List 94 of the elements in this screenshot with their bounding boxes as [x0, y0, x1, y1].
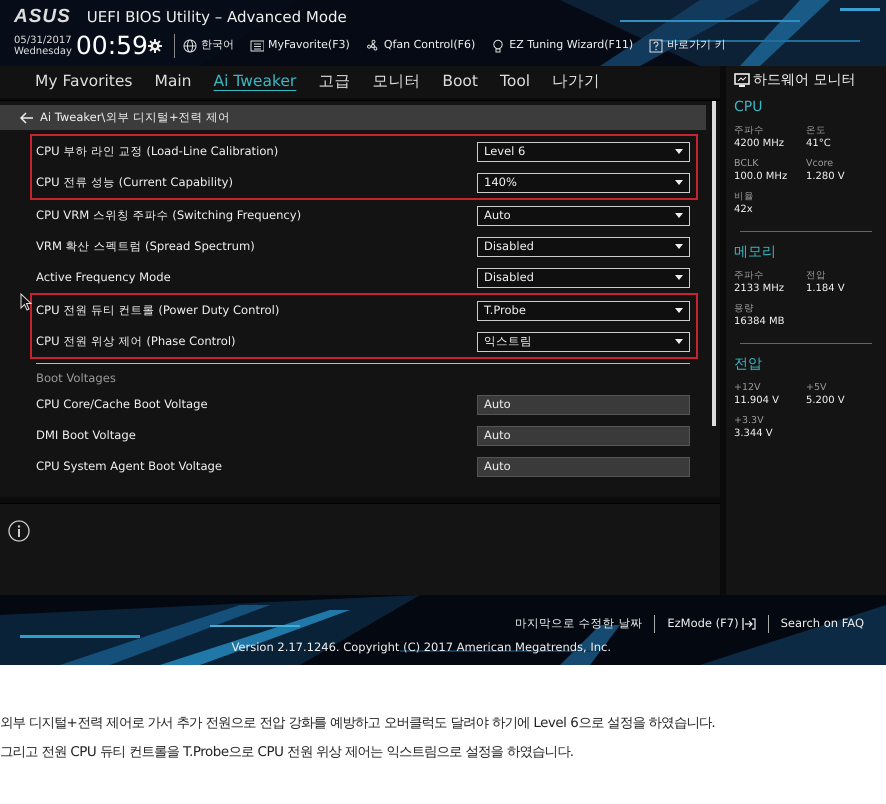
- footer-link[interactable]: EzMode (F7): [655, 615, 768, 633]
- setting-label: DMI Boot Voltage: [36, 426, 136, 444]
- caret-icon: [675, 308, 683, 313]
- fan-icon: [366, 38, 380, 52]
- reading-value: 1.280 V: [806, 170, 846, 184]
- reading-value: 2133 MHz: [734, 282, 786, 296]
- toolbar-button[interactable]: EZ Tuning Wizard(F11): [491, 37, 634, 54]
- tab[interactable]: Tool: [489, 70, 542, 94]
- caret-icon: [675, 149, 683, 154]
- panel-title: 하드웨어 모니터: [753, 71, 856, 90]
- reading-label: +3.3V: [734, 414, 765, 427]
- tab[interactable]: Boot: [431, 70, 489, 94]
- toolbar-button[interactable]: MyFavorite(F3): [250, 37, 350, 54]
- caret-icon: [675, 213, 683, 218]
- reading-value: 11.904 V: [734, 394, 780, 408]
- input-field[interactable]: Auto: [477, 394, 690, 414]
- section-title: 전압: [734, 355, 763, 374]
- reading-label: 전압: [806, 269, 827, 282]
- reading-value: 16384 MB: [734, 315, 786, 329]
- weekday-text: Wednesday: [14, 46, 72, 56]
- tab[interactable]: My Favorites: [24, 70, 144, 94]
- dropdown[interactable]: Auto: [477, 206, 690, 226]
- caret-icon: [675, 275, 683, 280]
- exit-icon: [742, 618, 756, 630]
- reading-label: +12V: [734, 381, 762, 394]
- dropdown[interactable]: T.Probe: [477, 300, 690, 320]
- reading-value: 4200 MHz: [734, 137, 786, 151]
- setting-label: CPU Core/Cache Boot Voltage: [36, 396, 208, 413]
- cursor-icon: [20, 293, 32, 311]
- setting-row[interactable]: Active Frequency Mode Disabled: [36, 262, 690, 293]
- section-title: 메모리: [734, 243, 777, 262]
- footer-link[interactable]: Search on FAQ: [768, 615, 876, 633]
- reading-value: 3.344 V: [734, 427, 774, 441]
- input-field[interactable]: Auto: [477, 426, 690, 446]
- monitor-icon: [734, 73, 750, 88]
- globe-icon: [182, 38, 197, 52]
- settings-icon[interactable]: [148, 38, 162, 52]
- setting-label: CPU 부하 라인 교정 (Load-Line Calibration): [36, 142, 278, 160]
- reading-label: Vcore: [806, 157, 834, 170]
- back-arrow-icon[interactable]: [20, 112, 34, 124]
- dropdown[interactable]: Level 6: [477, 142, 690, 162]
- toolbar-button[interactable]: 한국어: [182, 37, 234, 54]
- section-title: CPU: [734, 98, 764, 117]
- caret-icon: [675, 244, 683, 249]
- reading-label: +5V: [806, 381, 828, 394]
- reading-label: 온도: [806, 124, 827, 137]
- brand-logo: ASUS: [14, 6, 71, 28]
- lightbulb-icon: [491, 38, 506, 52]
- breadcrumb-text: Ai Tweaker\외부 디지털+전력 제어: [40, 108, 230, 126]
- dropdown[interactable]: Disabled: [477, 268, 690, 288]
- dropdown[interactable]: 익스트림: [477, 332, 690, 352]
- caret-icon: [675, 339, 683, 344]
- tab[interactable]: 나가기: [541, 70, 612, 94]
- setting-label: CPU 전원 듀티 컨트롤 (Power Duty Control): [36, 302, 280, 319]
- setting-label: Active Frequency Mode: [36, 268, 171, 286]
- clock-time: 00:59: [76, 32, 148, 58]
- list-icon: [250, 38, 264, 52]
- date-text: 05/31/2017: [14, 34, 72, 46]
- reading-value: 41°C: [806, 137, 832, 151]
- caption-paragraph: 그리고 전원 CPU 듀티 컨트롤을 T.Probe으로 CPU 전원 위상 제어는 익스트림으로 설정을 하였습니다.: [0, 744, 575, 762]
- tab[interactable]: Main: [144, 70, 203, 94]
- scrollbar[interactable]: [712, 101, 716, 426]
- reading-label: 주파수: [734, 269, 765, 282]
- reading-label: 주파수: [734, 124, 765, 137]
- reading-value: 1.184 V: [806, 282, 846, 296]
- setting-label: CPU System Agent Boot Voltage: [36, 458, 222, 475]
- reading-value: 42x: [734, 203, 754, 217]
- setting-label: CPU 전원 위상 제어 (Phase Control): [36, 332, 236, 350]
- reading-label: 비율: [734, 190, 755, 203]
- footer-link[interactable]: 마지막으로 수정한 날짜: [503, 615, 654, 633]
- reading-value: 100.0 MHz: [734, 170, 788, 184]
- setting-label: VRM 확산 스펙트럼 (Spread Spectrum): [36, 238, 255, 255]
- caret-icon: [675, 180, 683, 185]
- tab[interactable]: 모니터: [361, 70, 432, 94]
- toolbar-button[interactable]: 바로가기 키: [649, 37, 726, 54]
- setting-row[interactable]: VRM 확산 스펙트럼 (Spread Spectrum) Disabled: [36, 231, 690, 262]
- dropdown[interactable]: 140%: [477, 172, 690, 192]
- reading-label: 용량: [734, 302, 755, 315]
- tab[interactable]: 고급: [307, 70, 362, 94]
- input-field[interactable]: Auto: [477, 456, 690, 476]
- version-text: Version 2.17.1246. Copyright (C) 2017 American Megatrends, Inc.: [231, 639, 611, 656]
- caption-paragraph: 외부 디지털+전력 제어로 가서 추가 전원으로 전압 강화를 예방하고 오버클럭도 달려야 하기에 Level 6으로 설정을 하였습니다.: [0, 715, 716, 733]
- reading-label: BCLK: [734, 157, 760, 170]
- reading-value: 5.200 V: [806, 394, 846, 408]
- info-icon[interactable]: [8, 520, 30, 542]
- help-icon: [649, 38, 664, 52]
- setting-label: CPU VRM 스위칭 주파수 (Switching Frequency): [36, 206, 302, 224]
- setting-row[interactable]: CPU VRM 스위칭 주파수 (Switching Frequency) Auto: [36, 200, 690, 231]
- setting-label: CPU 전류 성능 (Current Capability): [36, 174, 233, 191]
- tab[interactable]: Ai Tweaker: [202, 70, 308, 94]
- section-heading: Boot Voltages: [36, 363, 690, 389]
- window-title: UEFI BIOS Utility – Advanced Mode: [86, 7, 347, 28]
- toolbar-button[interactable]: Qfan Control(F6): [366, 37, 476, 54]
- dropdown[interactable]: Disabled: [477, 236, 690, 256]
